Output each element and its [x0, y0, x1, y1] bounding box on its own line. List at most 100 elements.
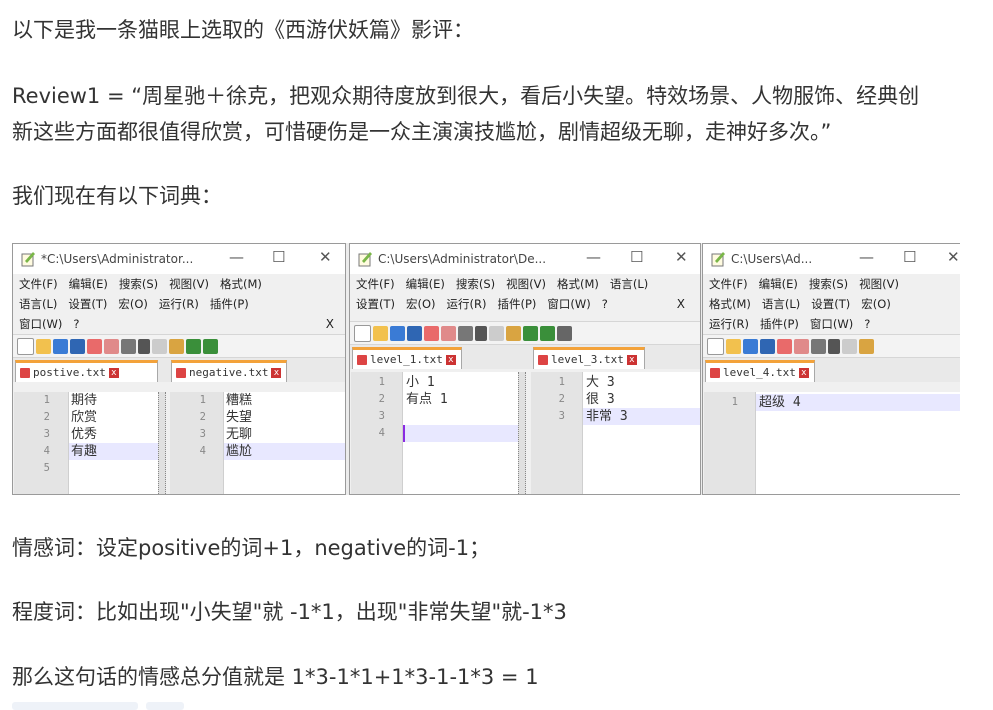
menu-run[interactable]: 运行(R) [709, 317, 749, 331]
cut-icon[interactable] [828, 338, 840, 354]
print-icon[interactable] [811, 338, 826, 354]
bottom-tag[interactable] [146, 702, 184, 710]
menu-edit[interactable]: 编辑(E) [69, 277, 108, 291]
tab-negative[interactable]: negative.txt x [171, 360, 287, 382]
close-file-icon[interactable] [777, 338, 792, 354]
tab-level-1[interactable]: level_1.txt x [352, 347, 462, 369]
menu-settings[interactable]: 设置(T) [68, 297, 107, 311]
close-button[interactable]: ✕ [319, 248, 332, 266]
paste-icon[interactable] [506, 325, 521, 341]
menu-settings[interactable]: 设置(T) [356, 297, 395, 311]
tab-close-icon[interactable]: x [798, 367, 809, 378]
maximize-button[interactable]: ☐ [272, 248, 285, 266]
close-file-icon[interactable] [424, 325, 439, 341]
paste-icon[interactable] [859, 338, 874, 354]
print-icon[interactable] [121, 338, 136, 354]
tab-close-icon[interactable]: x [271, 367, 282, 378]
menu-run[interactable]: 运行(R) [159, 297, 199, 311]
menu-view[interactable]: 视图(V) [169, 277, 209, 291]
save-icon[interactable] [743, 338, 758, 354]
redo-icon[interactable] [203, 338, 218, 354]
copy-icon[interactable] [152, 338, 167, 354]
maximize-button[interactable]: ☐ [630, 248, 643, 266]
new-file-icon[interactable] [354, 324, 371, 342]
menu-window[interactable]: 窗口(W) [810, 317, 853, 331]
close-file-icon[interactable] [87, 338, 102, 354]
menu-edit[interactable]: 编辑(E) [406, 277, 445, 291]
menu-search[interactable]: 搜索(S) [809, 277, 848, 291]
tab-level-4[interactable]: level_4.txt x [705, 360, 815, 382]
menu-help[interactable]: ? [602, 297, 608, 311]
bottom-tag[interactable] [12, 702, 138, 710]
cut-icon[interactable] [475, 325, 487, 341]
menu-window[interactable]: 窗口(W) [547, 297, 590, 311]
menu-macro[interactable]: 宏(O) [118, 297, 148, 311]
tab-close-icon[interactable]: x [626, 354, 637, 365]
save-icon[interactable] [53, 338, 68, 354]
menu-search[interactable]: 搜索(S) [119, 277, 158, 291]
tab-close-icon[interactable]: x [108, 367, 119, 378]
tab-level-3[interactable]: level_3.txt x [533, 347, 645, 369]
save-icon[interactable] [390, 325, 405, 341]
menu-file[interactable]: 文件(F) [356, 277, 395, 291]
minimize-button[interactable]: — [229, 248, 244, 266]
copy-icon[interactable] [489, 325, 504, 341]
split-divider[interactable] [518, 372, 526, 494]
copy-icon[interactable] [842, 338, 857, 354]
menu-file[interactable]: 文件(F) [19, 277, 58, 291]
undo-icon[interactable] [186, 338, 201, 354]
menu-window[interactable]: 窗口(W) [19, 317, 62, 331]
menu-language[interactable]: 语言(L) [19, 297, 57, 311]
menu-search[interactable]: 搜索(S) [456, 277, 495, 291]
close-button[interactable]: ✕ [947, 248, 960, 266]
print-icon[interactable] [458, 325, 473, 341]
menu-help[interactable]: ? [73, 317, 79, 331]
editor-negative[interactable]: 1 糟糕 2 失望 3 无聊 4 尴尬 [170, 392, 345, 494]
menu-file[interactable]: 文件(F) [709, 277, 748, 291]
save-all-icon[interactable] [760, 338, 775, 354]
menu-settings[interactable]: 设置(T) [811, 297, 850, 311]
close-all-icon[interactable] [794, 338, 809, 354]
editor-level-4[interactable]: 1 超级 4 [704, 392, 960, 494]
maximize-button[interactable]: ☐ [903, 248, 916, 266]
close-doc-x[interactable]: X [677, 294, 685, 314]
editor-postive[interactable]: 1 期待 2 欣赏 3 优秀 4 有趣 5 [14, 392, 158, 494]
close-all-icon[interactable] [441, 325, 456, 341]
tab-postive[interactable]: postive.txt x [15, 360, 158, 382]
menu-language[interactable]: 语言(L) [762, 297, 800, 311]
menu-run[interactable]: 运行(R) [447, 297, 487, 311]
paste-icon[interactable] [169, 338, 184, 354]
menu-help[interactable]: ? [864, 317, 870, 331]
undo-icon[interactable] [523, 325, 538, 341]
menu-format[interactable]: 格式(M) [557, 277, 599, 291]
menu-macro[interactable]: 宏(O) [406, 297, 436, 311]
minimize-button[interactable]: — [859, 248, 874, 266]
open-folder-icon[interactable] [726, 338, 741, 354]
save-all-icon[interactable] [70, 338, 85, 354]
open-folder-icon[interactable] [36, 338, 51, 354]
menu-language[interactable]: 语言(L) [610, 277, 648, 291]
menu-edit[interactable]: 编辑(E) [759, 277, 798, 291]
editor-level-1[interactable]: 1小 1 2 有点 1 3 4 [351, 372, 518, 494]
close-doc-x[interactable]: X [326, 314, 334, 334]
menu-plugins[interactable]: 插件(P) [210, 297, 249, 311]
close-all-icon[interactable] [104, 338, 119, 354]
minimize-button[interactable]: — [586, 248, 601, 266]
new-file-icon[interactable] [17, 337, 34, 355]
close-button[interactable]: ✕ [675, 248, 688, 266]
menu-plugins[interactable]: 插件(P) [498, 297, 537, 311]
menu-format[interactable]: 格式(M) [709, 297, 751, 311]
split-divider[interactable] [158, 392, 166, 494]
tab-close-icon[interactable]: x [445, 354, 456, 365]
menu-format[interactable]: 格式(M) [220, 277, 262, 291]
editor-level-3[interactable]: 1大 3 2很 3 3 非常 3 [531, 372, 700, 494]
save-all-icon[interactable] [407, 325, 422, 341]
menu-plugins[interactable]: 插件(P) [760, 317, 799, 331]
redo-icon[interactable] [540, 325, 555, 341]
menu-view[interactable]: 视图(V) [859, 277, 899, 291]
new-file-icon[interactable] [707, 337, 724, 355]
open-folder-icon[interactable] [373, 325, 388, 341]
find-icon[interactable] [557, 325, 572, 341]
menu-macro[interactable]: 宏(O) [861, 297, 891, 311]
menu-view[interactable]: 视图(V) [506, 277, 546, 291]
